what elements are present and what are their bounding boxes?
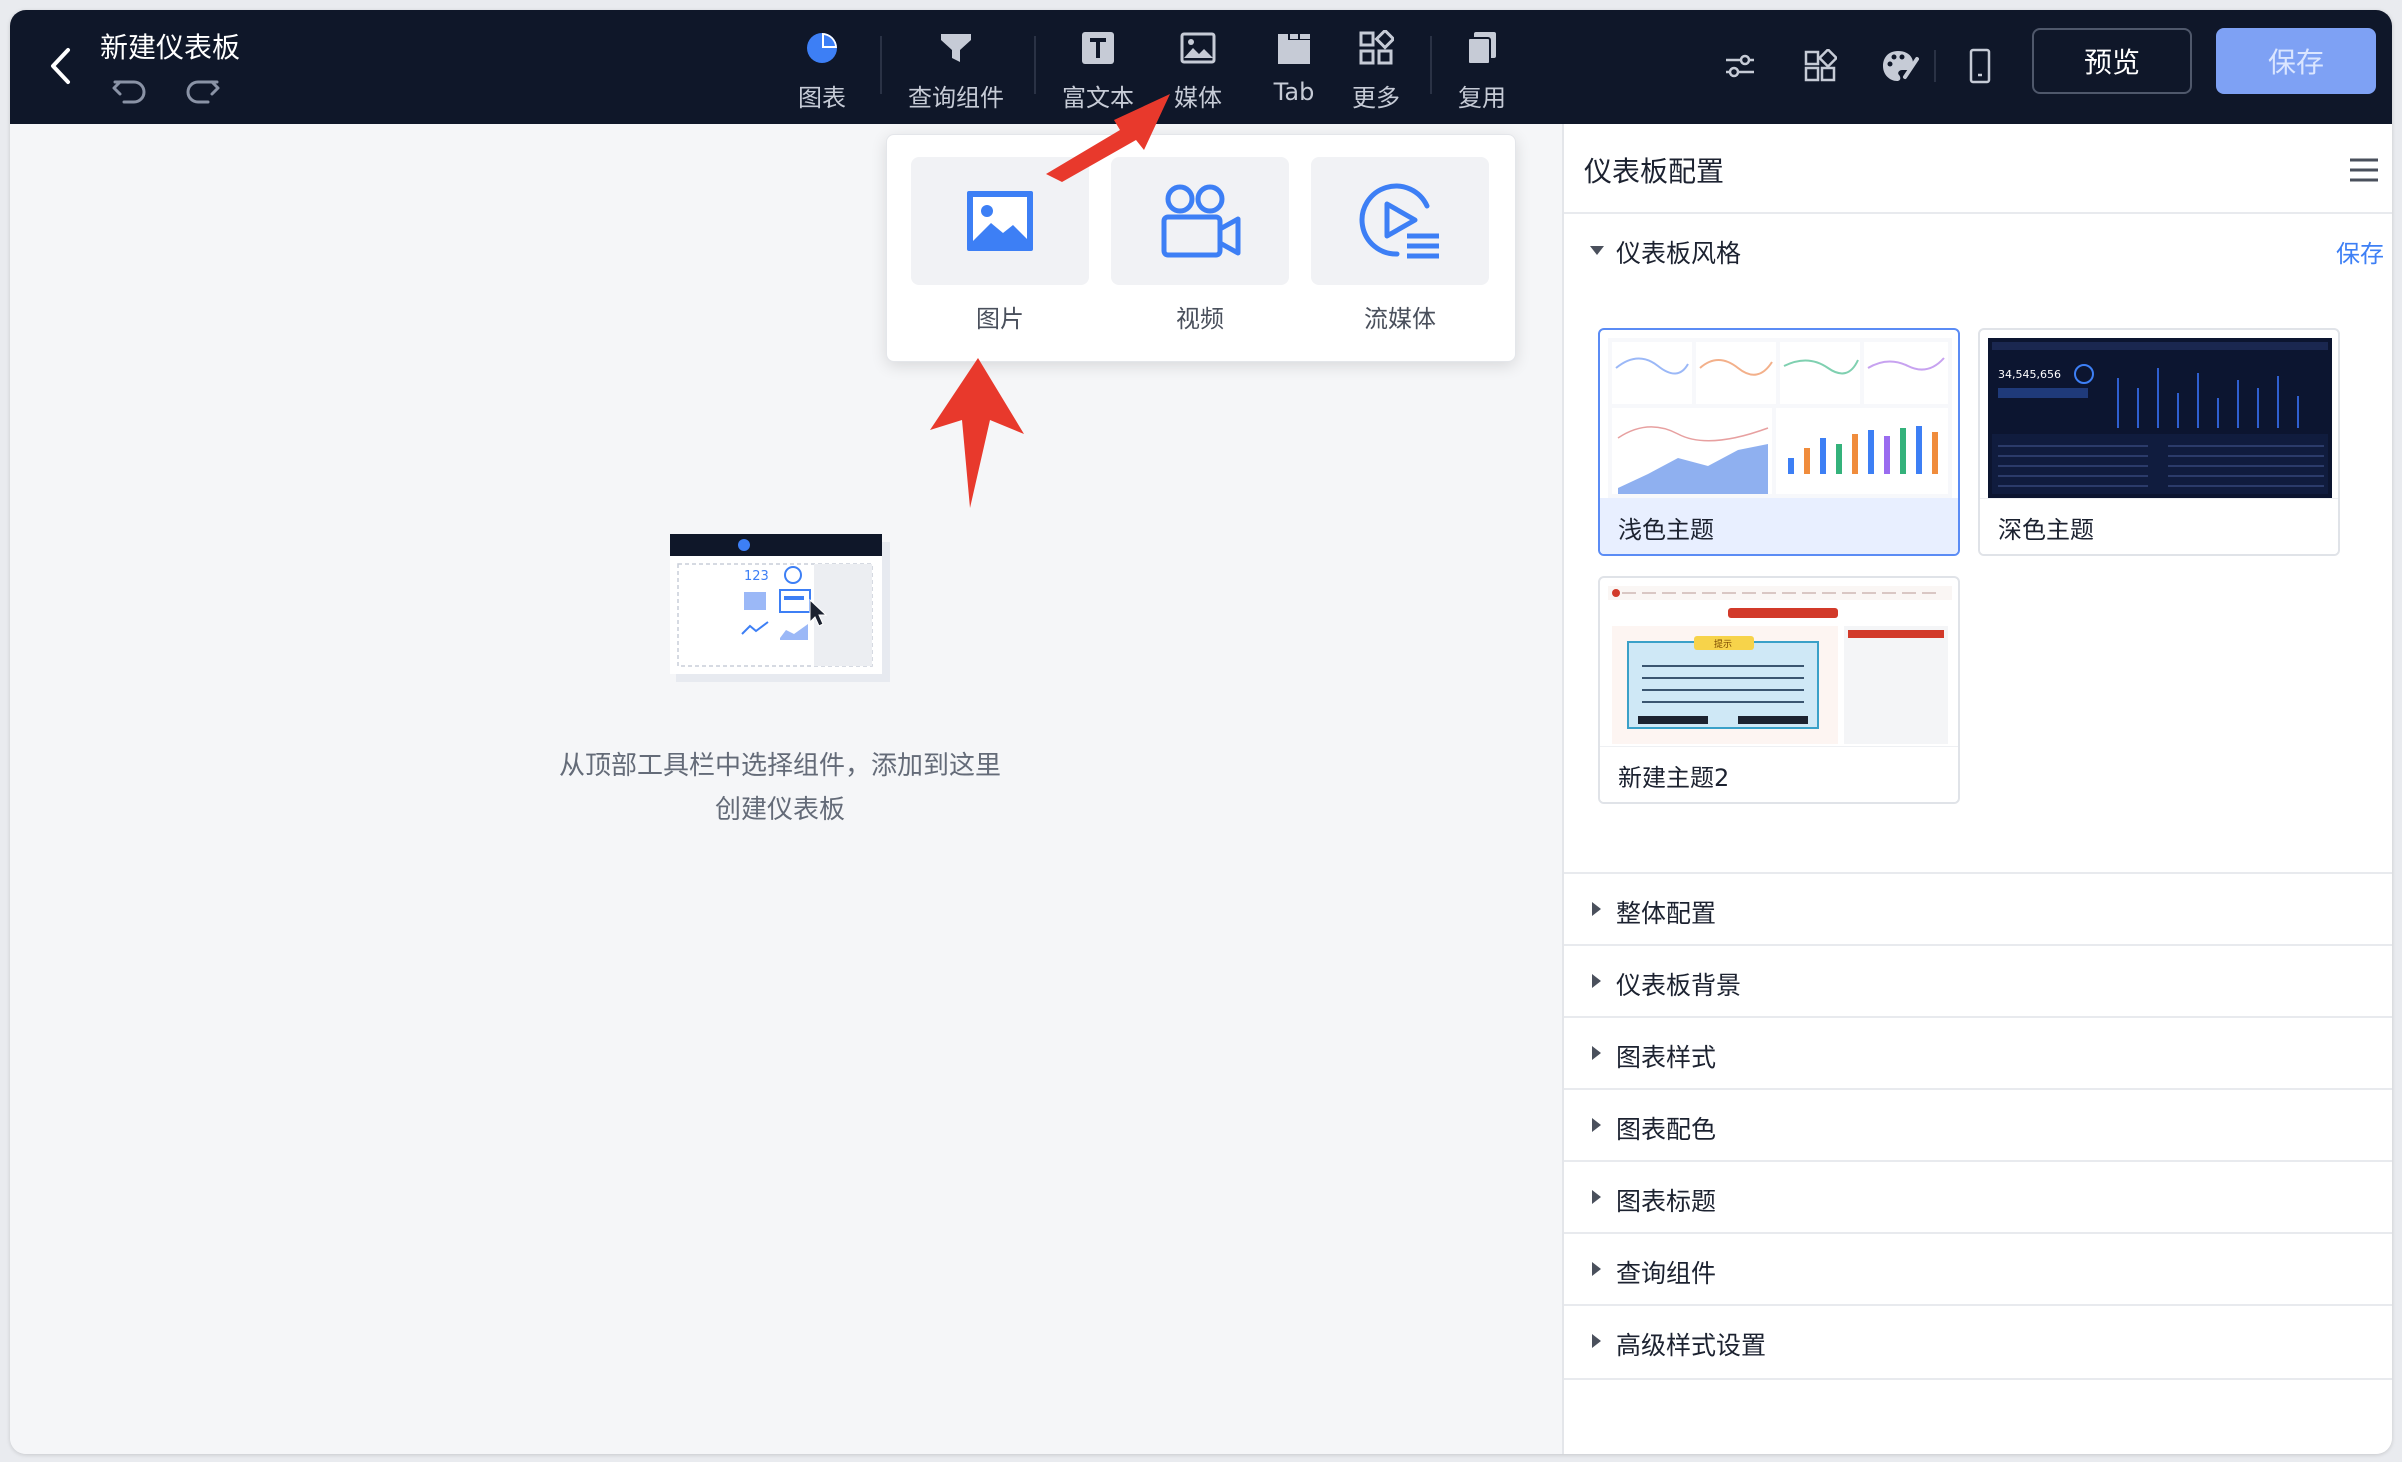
layout-icon — [1804, 49, 1837, 82]
picture-icon — [967, 191, 1033, 251]
save-button[interactable]: 保存 — [2216, 28, 2376, 94]
caret-right-icon — [1592, 1262, 1601, 1276]
accordion-query-component[interactable]: 查询组件 — [1564, 1232, 2392, 1304]
empty-state-text: 从顶部工具栏中选择组件，添加到这里 创建仪表板 — [450, 744, 1110, 832]
caret-right-icon — [1592, 902, 1601, 916]
style-section-header[interactable]: 仪表板风格 保存 — [1564, 216, 2392, 286]
toolbar-label: 图表 — [798, 84, 846, 112]
media-item-label: 视频 — [1176, 305, 1224, 333]
accordion-label: 高级样式设置 — [1616, 1331, 1767, 1360]
empty-state-line2: 创建仪表板 — [714, 795, 845, 825]
theme-label: 新建主题2 — [1600, 746, 1958, 802]
panel-title: 仪表板配置 — [1584, 155, 1725, 188]
accordion-label: 图表标题 — [1616, 1187, 1717, 1216]
toolbar-divider — [1934, 50, 1936, 82]
dashboard-title[interactable]: 新建仪表板 — [100, 26, 240, 66]
grid-icon — [1354, 26, 1398, 70]
light-theme-thumbnail — [1608, 338, 1952, 498]
toolbar-tab[interactable]: Tab — [1272, 26, 1316, 116]
media-item-label: 流媒体 — [1364, 305, 1436, 333]
media-dropdown: 图片 视频 流媒体 — [886, 134, 1516, 362]
theme-card-custom2[interactable]: 提示 新建主题2 — [1598, 576, 1960, 804]
accordion-label: 图表样式 — [1616, 1043, 1717, 1072]
caret-right-icon — [1592, 1046, 1601, 1060]
caret-right-icon — [1592, 1190, 1601, 1204]
mobile-view-button[interactable] — [1958, 44, 2002, 88]
theme-card-light[interactable]: 浅色主题 — [1598, 328, 1960, 556]
toolbar-query[interactable]: 查询组件 — [908, 26, 1004, 116]
toolbar-label: 更多 — [1352, 84, 1400, 112]
style-save-link[interactable]: 保存 — [2336, 234, 2384, 269]
annotation-arrow-media — [1046, 94, 1170, 182]
dark-theme-thumbnail: 34,545,656 — [1988, 338, 2332, 498]
image-icon — [1176, 26, 1220, 70]
undo-button[interactable] — [110, 70, 150, 110]
mobile-icon — [1969, 48, 1991, 84]
redo-button[interactable] — [182, 70, 222, 110]
toolbar-reuse[interactable]: 复用 — [1458, 26, 1506, 116]
annotation-arrow-image — [930, 358, 1024, 508]
accordion-overall-config[interactable]: 整体配置 — [1564, 872, 2392, 944]
toolbar-media[interactable]: 媒体 — [1174, 26, 1222, 116]
toolbar-label: 查询组件 — [908, 84, 1004, 112]
preview-button[interactable]: 预览 — [2032, 28, 2192, 94]
custom-theme-thumbnail: 提示 — [1608, 586, 1952, 746]
collapse-menu-icon — [2350, 158, 2378, 182]
palette-icon — [1883, 51, 1919, 81]
media-item-stream[interactable]: 流媒体 — [1311, 157, 1489, 334]
caret-down-icon — [1590, 246, 1604, 255]
layout-button[interactable] — [1798, 44, 1842, 88]
caret-right-icon — [1592, 1118, 1601, 1132]
toolbar-divider — [880, 36, 882, 94]
back-button[interactable] — [38, 36, 82, 96]
toolbar-label: 复用 — [1458, 84, 1506, 112]
style-section-title: 仪表板风格 — [1616, 239, 1742, 268]
accordion-advanced-style[interactable]: 高级样式设置 — [1564, 1304, 2392, 1376]
panel-menu-button[interactable] — [2346, 152, 2382, 188]
accordion-chart-style[interactable]: 图表样式 — [1564, 1016, 2392, 1088]
theme-card-dark[interactable]: 34,545,656 深色主题 — [1978, 328, 2340, 556]
sliders-icon — [1726, 54, 1754, 78]
accordion-label: 查询组件 — [1616, 1259, 1717, 1288]
app-window: 新建仪表板 图表 查询组件 富文本 媒体 Tab 更多 复用 预览 保存 123… — [10, 10, 2392, 1454]
panel-header: 仪表板配置 — [1564, 124, 2392, 214]
theme-label: 浅色主题 — [1600, 498, 1958, 554]
accordion-divider — [1564, 1378, 2392, 1380]
copy-icon — [1460, 26, 1504, 70]
theme-palette-button[interactable] — [1878, 44, 1922, 88]
illustration-number: 123 — [744, 569, 769, 584]
toolbar-divider — [1034, 36, 1036, 94]
accordion-label: 整体配置 — [1616, 899, 1717, 928]
accordion-label: 仪表板背景 — [1616, 971, 1742, 1000]
video-camera-icon — [1161, 184, 1241, 258]
theme-label: 深色主题 — [1980, 498, 2338, 554]
config-panel: 仪表板配置 仪表板风格 保存 浅色主题 34,545,656 深色主题 提示 新… — [1562, 124, 2392, 1454]
filter-icon — [934, 26, 978, 70]
empty-state-line1: 从顶部工具栏中选择组件，添加到这里 — [558, 751, 1001, 781]
toolbar-divider — [1430, 36, 1432, 94]
caret-right-icon — [1592, 974, 1601, 988]
custom-thumb-banner: 提示 — [1714, 639, 1732, 650]
accordion-dashboard-background[interactable]: 仪表板背景 — [1564, 944, 2392, 1016]
text-icon — [1076, 26, 1120, 70]
caret-right-icon — [1592, 1334, 1601, 1348]
toolbar-label: 媒体 — [1174, 84, 1222, 112]
tab-icon — [1272, 26, 1316, 70]
pie-chart-icon — [800, 26, 844, 70]
top-toolbar: 新建仪表板 图表 查询组件 富文本 媒体 Tab 更多 复用 预览 保存 — [10, 10, 2392, 124]
stream-media-icon — [1359, 183, 1439, 259]
accordion-label: 图表配色 — [1616, 1115, 1717, 1144]
media-item-label: 图片 — [976, 305, 1024, 333]
accordion-chart-title[interactable]: 图表标题 — [1564, 1160, 2392, 1232]
redo-icon — [186, 80, 220, 104]
chevron-left-icon — [51, 48, 70, 84]
undo-icon — [112, 80, 146, 104]
dark-thumb-number: 34,545,656 — [1998, 368, 2061, 381]
toolbar-chart[interactable]: 图表 — [798, 26, 846, 116]
accordion-chart-colors[interactable]: 图表配色 — [1564, 1088, 2392, 1160]
toolbar-label: Tab — [1273, 78, 1315, 106]
empty-state-illustration: 123 — [670, 534, 892, 684]
settings-sliders-button[interactable] — [1718, 44, 1762, 88]
toolbar-more[interactable]: 更多 — [1352, 26, 1400, 116]
